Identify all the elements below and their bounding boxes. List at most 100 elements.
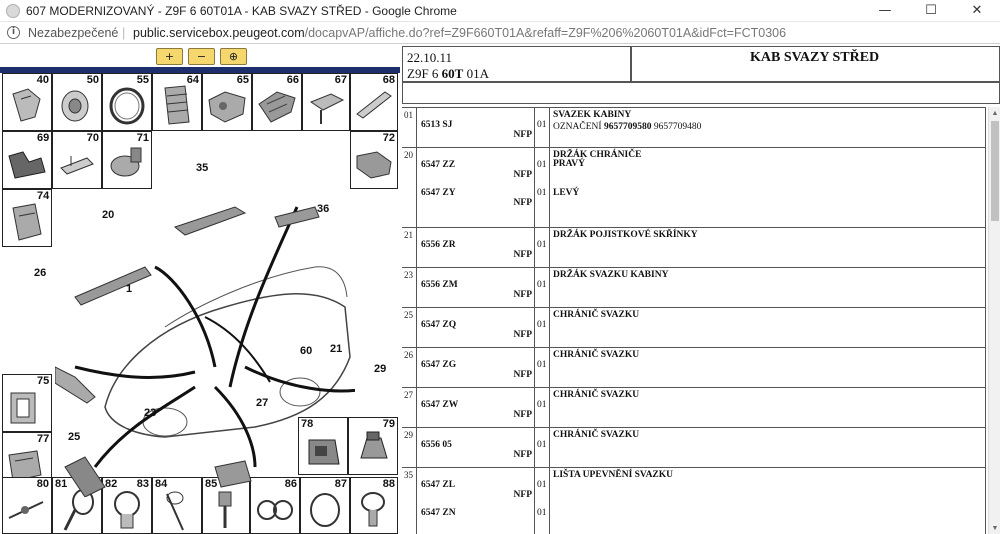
zoom-out-button[interactable]: − (188, 48, 215, 65)
row-index: 25 (402, 308, 417, 347)
part-cell-55[interactable]: 55 (102, 73, 152, 131)
url-text[interactable]: public.servicebox.peugeot.com/docapvAP/a… (133, 26, 786, 40)
ref-cell: 6547 ZG NFP (417, 348, 535, 387)
quantity: 01 (537, 360, 547, 370)
part-cell-88[interactable]: 88 (350, 477, 398, 534)
nfp-label: NFP (513, 170, 532, 180)
part-description: CHRÁNIČ SVAZKU (553, 350, 640, 360)
zoom-fit-button[interactable]: ⊕ (220, 48, 247, 65)
part-cell-69[interactable]: 69 (2, 131, 52, 189)
zoom-out-icon: − (196, 50, 207, 63)
close-button[interactable]: ✕ (954, 0, 1000, 22)
row-index: 20 (402, 148, 417, 227)
qty-cell: 01 (535, 268, 550, 307)
parts-diagram: 40 50 55 64 65 66 67 68 69 70 71 72 74 7… (0, 67, 400, 534)
code-bold: 60T (441, 66, 464, 81)
qty-cell: 01 01 (535, 468, 550, 534)
part-reference: 6556 ZR (421, 240, 456, 250)
part-cell-79[interactable]: 79 (348, 417, 398, 475)
callout-29[interactable]: 29 (374, 363, 386, 375)
callout-20[interactable]: 20 (102, 209, 114, 221)
part-reference: 6547 ZQ (421, 320, 457, 330)
qty-cell: 01 (535, 308, 550, 347)
header-id-cell: 22.10.11 Z9F 6 60T 01A (402, 46, 631, 82)
part-number: 68 (382, 74, 395, 86)
nfp-label: NFP (513, 250, 532, 260)
ref-cell: 6547 ZZ NFP 6547 ZY NFP (417, 148, 535, 227)
address-bar[interactable]: i Nezabezpečené | public.servicebox.peug… (0, 22, 1000, 44)
callout-26[interactable]: 26 (34, 267, 46, 279)
part-description: LIŠTA UPEVNĚNÍ SVAZKU (553, 470, 674, 480)
nfp-label: NFP (513, 490, 532, 500)
part-cell-68[interactable]: 68 (350, 73, 398, 131)
quantity: 01 (537, 508, 547, 518)
nfp-label: NFP (513, 330, 532, 340)
table-row[interactable]: 21 6556 ZR NFP 01 DRŽÁK POJISTKOVÉ SKŘÍN… (402, 227, 986, 267)
security-status[interactable]: Nezabezpečené (28, 26, 118, 40)
desc-cell: DRŽÁK SVAZKU KABINY (550, 268, 986, 307)
zoom-in-button[interactable]: + (156, 48, 183, 65)
zoom-toolbar: + − ⊕ (0, 45, 400, 67)
sub-rest: 9657709480 (653, 122, 702, 132)
part-reference: 6547 ZW (421, 400, 459, 410)
callout-1[interactable]: 1 (126, 283, 132, 295)
desc-cell: CHRÁNIČ SVAZKU (550, 348, 986, 387)
quantity: 01 (537, 480, 547, 490)
scroll-down-icon[interactable]: ▼ (989, 522, 1000, 534)
ref-cell: 6556 05 NFP (417, 428, 535, 467)
callout-36[interactable]: 36 (317, 203, 329, 215)
part-number: 40 (36, 74, 49, 86)
scroll-thumb[interactable] (991, 121, 999, 221)
callout-21[interactable]: 21 (330, 343, 342, 355)
code-suffix: 01A (463, 66, 489, 81)
table-row[interactable]: 26 6547 ZG NFP 01 CHRÁNIČ SVAZKU (402, 347, 986, 387)
table-row[interactable]: 35 6547 ZL NFP 6547 ZN 01 01 LIŠTA UPEVN… (402, 467, 986, 534)
parts-list-pane: 22.10.11 Z9F 6 60T 01A KAB SVAZY STŘED 0… (402, 45, 1000, 534)
part-cell-75[interactable]: 75 (2, 374, 52, 432)
part-cell-80[interactable]: 80 (2, 477, 52, 534)
table-row[interactable]: 20 6547 ZZ NFP 6547 ZY NFP 01 01 DRŽÁK C… (402, 147, 986, 227)
quantity: 01 (537, 240, 547, 250)
callout-60[interactable]: 60 (300, 345, 312, 357)
part-description: CHRÁNIČ SVAZKU (553, 310, 640, 320)
part-reference: 6513 SJ (421, 120, 453, 130)
part-cell-50[interactable]: 50 (52, 73, 102, 131)
row-index: 27 (402, 388, 417, 427)
callout-25[interactable]: 25 (68, 431, 80, 443)
row-index: 21 (402, 228, 417, 267)
address-separator: | (122, 25, 126, 40)
part-cell-74[interactable]: 74 (2, 189, 52, 247)
info-icon[interactable]: i (7, 26, 20, 39)
table-row[interactable]: 01 6513 SJ NFP 01 SVAZEK KABINY OZNAČENÍ… (402, 107, 986, 147)
part-number: 77 (37, 433, 50, 445)
part-cell-65[interactable]: 65 (202, 73, 252, 131)
table-row[interactable]: 25 6547 ZQ NFP 01 CHRÁNIČ SVAZKU (402, 307, 986, 347)
code-prefix: Z9F 6 (407, 66, 442, 81)
minimize-button[interactable]: — (862, 0, 908, 22)
scroll-up-icon[interactable]: ▲ (989, 107, 1000, 119)
part-number: 88 (382, 478, 395, 490)
table-row[interactable]: 27 6547 ZW NFP 01 CHRÁNIČ SVAZKU (402, 387, 986, 427)
part-description: CHRÁNIČ SVAZKU (553, 430, 640, 440)
callout-23[interactable]: 23 (144, 407, 156, 419)
callout-27[interactable]: 27 (256, 397, 268, 409)
row-index: 35 (402, 468, 417, 534)
nfp-label: NFP (513, 290, 532, 300)
part-cell-72[interactable]: 72 (350, 131, 398, 189)
part-cell-40[interactable]: 40 (2, 73, 52, 131)
maximize-button[interactable]: ☐ (908, 0, 954, 22)
table-row[interactable]: 23 6556 ZM NFP 01 DRŽÁK SVAZKU KABINY (402, 267, 986, 307)
callout-35[interactable]: 35 (196, 162, 208, 174)
part-reference: 6556 ZM (421, 280, 458, 290)
vertical-scrollbar[interactable]: ▲ ▼ (988, 107, 1000, 534)
part-cell-66[interactable]: 66 (252, 73, 302, 131)
part-cell-64[interactable]: 64 (152, 73, 202, 131)
quantity: 01 (537, 160, 547, 170)
table-row[interactable]: 29 6556 05 NFP 01 CHRÁNIČ SVAZKU (402, 427, 986, 467)
part-subdescription: OZNAČENÍ 9657709580 9657709480 (553, 122, 701, 132)
ref-cell: 6547 ZQ NFP (417, 308, 535, 347)
part-description: SVAZEK KABINY (553, 110, 632, 120)
part-number: 70 (86, 132, 99, 144)
part-reference: 6556 05 (421, 440, 452, 450)
part-cell-67[interactable]: 67 (302, 73, 350, 131)
